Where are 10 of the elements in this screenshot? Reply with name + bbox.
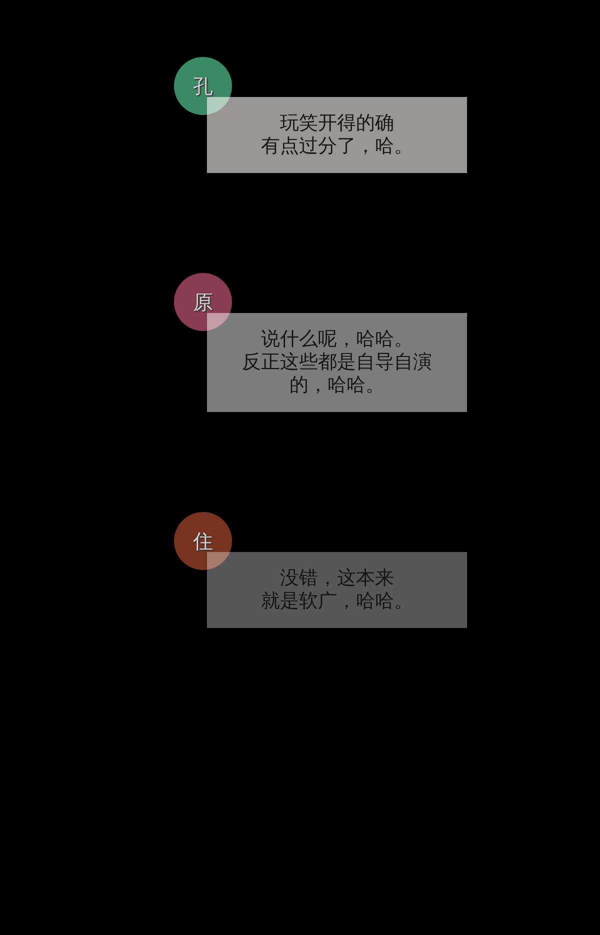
avatar-initial: 孔 (193, 76, 213, 96)
bubble-text-line: 说什么呢，哈哈。 (261, 328, 413, 351)
avatar-initial: 住 (193, 531, 213, 551)
bubble-text-line: 反正这些都是自导自演 (242, 351, 432, 374)
bubble-text-line: 就是软广，哈哈。 (261, 590, 413, 613)
bubble-text-line: 有点过分了，哈。 (261, 135, 413, 158)
avatar-initial: 原 (193, 292, 213, 312)
bubble-text-line: 玩笑开得的确 (280, 112, 394, 135)
bubble-text-line: 没错，这本来 (280, 567, 394, 590)
bubble-text-line: 的，哈哈。 (290, 374, 384, 397)
